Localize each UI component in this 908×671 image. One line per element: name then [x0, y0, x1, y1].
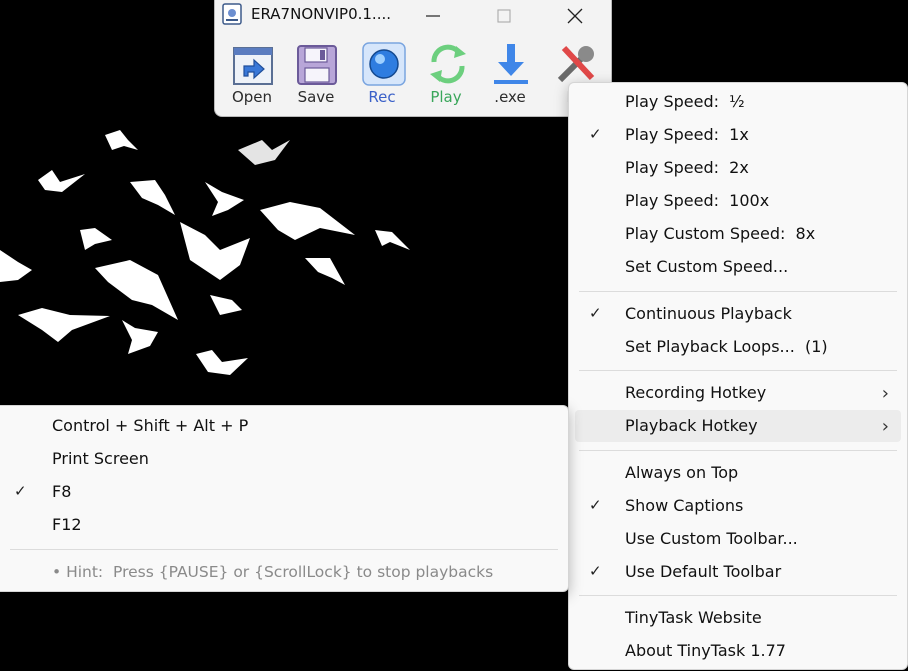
menu-item-show-captions[interactable]: ✓ Show Captions [575, 490, 901, 522]
menu-item-playback-hotkey[interactable]: Playback Hotkey › [575, 410, 901, 442]
menu-item-label: Continuous Playback [625, 304, 792, 323]
record-label: Rec [368, 88, 396, 106]
menu-item-label: Control + Shift + Alt + P [52, 416, 249, 435]
compile-exe-button[interactable]: .exe [480, 38, 540, 110]
menu-item-always-on-top[interactable]: Always on Top [575, 457, 901, 489]
menu-item-label: Use Default Toolbar [625, 562, 782, 581]
menu-item-play-speed-100x[interactable]: Play Speed: 100x [575, 185, 901, 217]
close-icon [567, 8, 583, 24]
menu-item-play-speed-2x[interactable]: Play Speed: 2x [575, 152, 901, 184]
menu-item-label: Print Screen [52, 449, 149, 468]
check-icon: ✓ [589, 304, 602, 322]
minimize-button[interactable] [410, 0, 456, 32]
submenu-item-ctrl-shift-alt-p[interactable]: Control + Shift + Alt + P [6, 410, 562, 442]
playback-hotkey-submenu: Control + Shift + Alt + P Print Screen ✓… [0, 405, 569, 592]
open-label: Open [231, 88, 273, 106]
menu-item-play-custom-speed[interactable]: Play Custom Speed: 8x [575, 218, 901, 250]
menu-item-play-speed-1x[interactable]: ✓ Play Speed: 1x [575, 119, 901, 151]
tinytask-window: ERA7NONVIP0.1.... Open Save Rec Play .ex… [214, 0, 612, 117]
menu-item-label: TinyTask Website [625, 608, 762, 627]
playback-hint: • Hint: Press {PAUSE} or {ScrollLock} to… [52, 563, 494, 581]
menu-item-label: Recording Hotkey [625, 383, 767, 402]
check-icon: ✓ [589, 125, 602, 143]
menu-item-label: Playback Hotkey [625, 416, 758, 435]
play-label: Play [430, 88, 462, 106]
toolbar: Open Save Rec Play .exe [219, 38, 609, 112]
compile-exe-icon [494, 44, 528, 84]
menu-item-play-speed-half[interactable]: Play Speed: ½ [575, 86, 901, 118]
app-icon [222, 3, 242, 25]
menu-item-label: Play Custom Speed: 8x [625, 224, 816, 243]
compile-exe-label: .exe [494, 88, 526, 106]
submenu-item-f12[interactable]: F12 [6, 509, 562, 541]
check-icon: ✓ [14, 482, 27, 500]
menu-separator [10, 549, 558, 550]
menu-item-label: Set Custom Speed... [625, 257, 789, 276]
menu-separator [579, 291, 897, 292]
window-title: ERA7NONVIP0.1.... [251, 5, 392, 23]
open-button[interactable]: Open [222, 38, 282, 110]
menu-item-set-custom-speed[interactable]: Set Custom Speed... [575, 251, 901, 283]
menu-item-continuous-playback[interactable]: ✓ Continuous Playback [575, 298, 901, 330]
prefs-icon [557, 45, 595, 83]
menu-item-label: Play Speed: 1x [625, 125, 749, 144]
menu-item-about[interactable]: About TinyTask 1.77 [575, 635, 901, 667]
birds-wallpaper [0, 130, 410, 375]
menu-item-recording-hotkey[interactable]: Recording Hotkey › [575, 377, 901, 409]
save-label: Save [297, 88, 335, 106]
desktop-background-lower [0, 590, 570, 671]
save-button[interactable]: Save [286, 38, 346, 110]
menu-item-label: Show Captions [625, 496, 744, 515]
title-bar[interactable]: ERA7NONVIP0.1.... [215, 0, 611, 32]
menu-item-set-playback-loops[interactable]: Set Playback Loops... (1) [575, 331, 901, 363]
menu-item-label: Play Speed: 100x [625, 191, 770, 210]
submenu-item-print-screen[interactable]: Print Screen [6, 443, 562, 475]
play-icon [430, 44, 466, 84]
menu-item-label: F8 [52, 482, 72, 501]
menu-item-label: About TinyTask 1.77 [625, 641, 786, 660]
chevron-right-icon: › [881, 416, 889, 437]
menu-item-label: Use Custom Toolbar... [625, 529, 798, 548]
options-context-menu: Play Speed: ½ ✓ Play Speed: 1x Play Spee… [568, 82, 908, 670]
chevron-right-icon: › [881, 383, 889, 404]
record-icon [362, 42, 406, 86]
menu-item-label: F12 [52, 515, 82, 534]
menu-item-tinytask-website[interactable]: TinyTask Website [575, 602, 901, 634]
check-icon: ✓ [589, 562, 602, 580]
menu-item-use-default-toolbar[interactable]: ✓ Use Default Toolbar [575, 556, 901, 588]
menu-item-label: Set Playback Loops... (1) [625, 337, 828, 356]
menu-item-label: Always on Top [625, 463, 739, 482]
close-button[interactable] [552, 0, 598, 32]
menu-separator [579, 370, 897, 371]
maximize-button[interactable] [481, 0, 527, 32]
submenu-item-f8[interactable]: ✓ F8 [6, 476, 562, 508]
save-icon [297, 45, 337, 85]
play-button[interactable]: Play [416, 38, 476, 110]
menu-item-use-custom-toolbar[interactable]: Use Custom Toolbar... [575, 523, 901, 555]
menu-separator [579, 595, 897, 596]
record-button[interactable]: Rec [352, 38, 412, 110]
open-icon [233, 47, 273, 85]
menu-item-label: Play Speed: 2x [625, 158, 749, 177]
maximize-icon [497, 9, 511, 23]
menu-item-label: Play Speed: ½ [625, 92, 745, 111]
menu-separator [579, 450, 897, 451]
minimize-icon [426, 15, 440, 17]
check-icon: ✓ [589, 496, 602, 514]
